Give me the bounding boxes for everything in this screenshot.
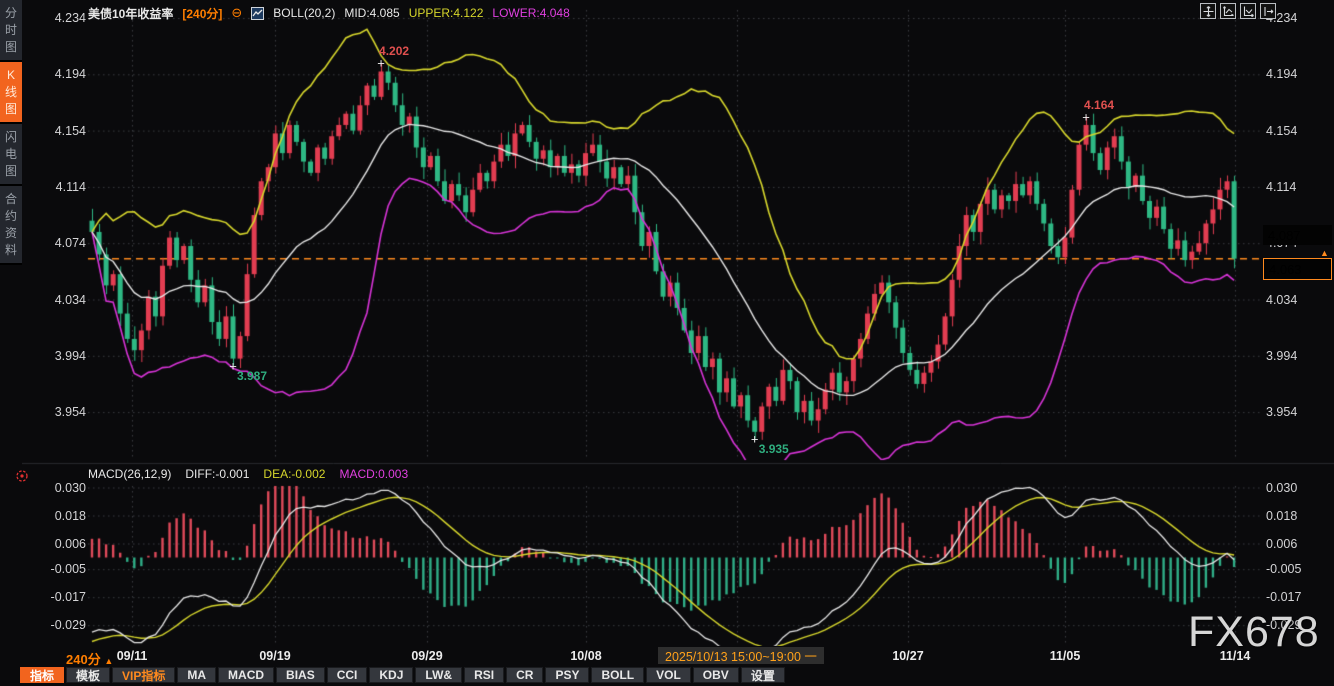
price-axis-label-left: 4.194 — [40, 67, 86, 81]
toolbar-button-VIP指标[interactable]: VIP指标 — [112, 667, 175, 683]
macd-axis-label-right: -0.005 — [1266, 562, 1301, 576]
instrument-title: 美债10年收益率 — [88, 5, 173, 22]
boll-label: BOLL(20,2) — [273, 6, 335, 20]
shift-forward-icon[interactable] — [1260, 3, 1276, 19]
price-axis-label-right: 4.034 — [1266, 293, 1297, 307]
period-tag: [240分] — [182, 5, 222, 22]
x-axis: 240分 ▲ 09/11 09/19 09/29 10/08 10/27 11/05 11/… — [0, 646, 1334, 666]
macd-dea-value: DEA:-0.002 — [263, 467, 325, 481]
macd-axis-label-right: -0.017 — [1266, 590, 1301, 604]
zoom-x-out-icon[interactable] — [1240, 3, 1256, 19]
chart-type-icon[interactable] — [251, 7, 264, 20]
toolbar-button-设置[interactable]: 设置 — [741, 667, 785, 683]
price-axis-label-right: 4.154 — [1266, 124, 1297, 138]
macd-axis-label-left: 0.030 — [40, 481, 86, 495]
price-axis-label-left: 4.034 — [40, 293, 86, 307]
extreme-marker-icon: + — [751, 431, 759, 446]
toolbar-button-RSI[interactable]: RSI — [464, 667, 504, 683]
sidebar-item-flash-chart[interactable]: 闪电图 — [0, 124, 22, 186]
macd-macd-value: MACD:0.003 — [339, 467, 408, 481]
price-arrow-icon: ▲ — [1320, 248, 1329, 258]
price-axis-label-left: 4.234 — [40, 11, 86, 25]
macd-title: MACD(26,12,9) — [88, 467, 171, 481]
macd-axis-label-left: 0.006 — [40, 537, 86, 551]
x-axis-tick: 11/05 — [1050, 649, 1081, 663]
chevron-up-icon: ▲ — [104, 656, 113, 666]
indicator-settings-icon[interactable] — [15, 469, 29, 483]
period-selector[interactable]: 240分 ▲ — [66, 649, 113, 668]
toolbar-button-指标[interactable]: 指标 — [20, 667, 64, 683]
sidebar: 分时图 K线图 闪电图 合约资料 — [0, 0, 22, 686]
macd-axis-label-right: 0.006 — [1266, 537, 1297, 551]
macd-header: MACD(26,12,9) DIFF:-0.001 DEA:-0.002 MAC… — [88, 467, 408, 481]
toolbar-button-MACD[interactable]: MACD — [218, 667, 274, 683]
current-price-tag: 4.063 — [1263, 258, 1332, 280]
macd-axis-label-left: -0.017 — [40, 590, 86, 604]
price-axis-label-left: 4.154 — [40, 124, 86, 138]
toolbar-button-OBV[interactable]: OBV — [693, 667, 739, 683]
macd-axis-label-left: -0.005 — [40, 562, 86, 576]
price-axis-label-left: 4.114 — [40, 180, 86, 194]
title-bar: 美债10年收益率 [240分] ⊖ BOLL(20,2) MID:4.085 U… — [88, 4, 570, 22]
x-axis-tick: 10/08 — [570, 649, 601, 663]
last-reference-price-tag: 4.087 — [1263, 225, 1332, 245]
price-axis-label-right: 3.954 — [1266, 405, 1297, 419]
x-axis-tick: 09/29 — [411, 649, 442, 663]
price-axis-label-right: 3.994 — [1266, 349, 1297, 363]
toolbar-button-BOLL[interactable]: BOLL — [591, 667, 644, 683]
toolbar-button-模板[interactable]: 模板 — [66, 667, 110, 683]
price-axis-label-right: 4.194 — [1266, 67, 1297, 81]
x-axis-tick: 10/27 — [892, 649, 923, 663]
sidebar-item-contract-info[interactable]: 合约资料 — [0, 186, 22, 265]
toolbar-button-CR[interactable]: CR — [506, 667, 543, 683]
collapse-icon[interactable]: ⊖ — [231, 5, 242, 21]
x-axis-tick: 11/14 — [1220, 649, 1251, 663]
x-axis-tick: 09/11 — [117, 649, 148, 663]
pan-icon[interactable] — [1200, 3, 1216, 19]
zoom-x-in-icon[interactable] — [1220, 3, 1236, 19]
macd-diff-value: DIFF:-0.001 — [185, 467, 249, 481]
high-price-annotation: 4.202 — [379, 44, 409, 58]
macd-axis-label-left: 0.018 — [40, 509, 86, 523]
chart-canvas[interactable] — [0, 0, 1334, 648]
macd-axis-label-right: 0.018 — [1266, 509, 1297, 523]
low-price-annotation: 3.987 — [237, 369, 267, 383]
macd-axis-label-right: 0.030 — [1266, 481, 1297, 495]
boll-mid-value: MID:4.085 — [344, 6, 399, 20]
price-axis-label-left: 3.994 — [40, 349, 86, 363]
chart-application: 分时图 K线图 闪电图 合约资料 美债10年收益率 [240分] ⊖ BOLL(… — [0, 0, 1334, 686]
price-axis-label-left: 3.954 — [40, 405, 86, 419]
toolbar-button-BIAS[interactable]: BIAS — [276, 667, 325, 683]
boll-upper-value: UPPER:4.122 — [409, 6, 484, 20]
boll-lower-value: LOWER:4.048 — [492, 6, 569, 20]
period-label: 240分 — [66, 652, 101, 667]
low-price-annotation: 3.935 — [759, 442, 789, 456]
x-axis-tick: 09/19 — [259, 649, 290, 663]
high-price-annotation: 4.164 — [1084, 98, 1114, 112]
toolbar-button-CCI[interactable]: CCI — [327, 667, 368, 683]
sidebar-item-kline-chart[interactable]: K线图 — [0, 62, 22, 124]
price-axis-label-left: 4.074 — [40, 236, 86, 250]
macd-axis-label-left: -0.029 — [40, 618, 86, 632]
indicator-toolbar: 指标模板VIP指标MAMACDBIASCCIKDJLW&RSICRPSYBOLL… — [20, 667, 785, 685]
macd-axis-label-right: -0.029 — [1266, 618, 1301, 632]
toolbar-button-PSY[interactable]: PSY — [545, 667, 589, 683]
crosshair-date-tooltip: 2025/10/13 15:00~19:00 一 — [658, 647, 824, 664]
chart-tools — [1200, 3, 1276, 19]
toolbar-button-MA[interactable]: MA — [177, 667, 216, 683]
toolbar-button-LW&[interactable]: LW& — [415, 667, 462, 683]
extreme-marker-icon: + — [229, 358, 237, 373]
toolbar-button-VOL[interactable]: VOL — [646, 667, 691, 683]
sidebar-item-timeline-chart[interactable]: 分时图 — [0, 0, 22, 62]
toolbar-button-KDJ[interactable]: KDJ — [369, 667, 413, 683]
price-axis-label-right: 4.114 — [1266, 180, 1296, 194]
